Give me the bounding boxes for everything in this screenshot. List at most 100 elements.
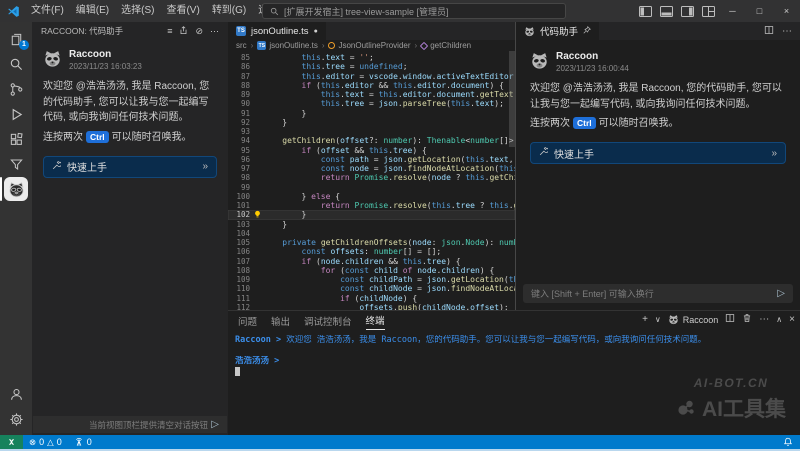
terminal-line: 浩浩汤汤 > xyxy=(235,356,800,367)
customize-layout-icon[interactable] xyxy=(698,0,719,22)
terminal[interactable]: Raccoon > 欢迎您 浩浩汤汤，我是 Raccoon，您的代码助手。您可以… xyxy=(228,330,800,377)
panel-tab-0[interactable]: 问题 xyxy=(238,311,257,330)
menu-item-2[interactable]: 选择(S) xyxy=(115,0,160,22)
assistant-header-actions: ⋯ xyxy=(764,22,800,40)
quick-start-button[interactable]: 快速上手 » xyxy=(43,156,217,178)
chevron-down-icon[interactable]: ∨ xyxy=(655,315,661,324)
search-view-icon[interactable] xyxy=(0,52,32,76)
raccoon-avatar xyxy=(43,49,62,68)
sidebar-actions: ≡ ⊘ ⋯ xyxy=(167,26,219,37)
terminal-instance-label[interactable]: Raccoon xyxy=(668,314,719,325)
menu-item-1[interactable]: 编辑(E) xyxy=(70,0,115,22)
chat-timestamp: 2023/11/23 16:00:44 xyxy=(556,64,629,73)
code-line-96: 96 const path = json.getLocation(this.te… xyxy=(228,155,515,164)
code-line-86: 86 this.tree = undefined; xyxy=(228,62,515,71)
code-line-103: 103 } xyxy=(228,220,515,229)
editor-tab-bar: TS jsonOutline.ts ● xyxy=(228,22,515,40)
line-number: 99 xyxy=(228,183,250,192)
code-line-95: 95 if (offset && this.tree) { xyxy=(228,146,515,155)
maximize-panel-icon[interactable]: ∧ xyxy=(776,315,782,324)
breadcrumb-item-2[interactable]: JsonOutlineProvider xyxy=(328,41,410,50)
split-editor-icon[interactable] xyxy=(764,25,774,38)
bell-icon xyxy=(783,437,793,447)
maximize-button[interactable]: □ xyxy=(746,0,773,22)
close-button[interactable]: × xyxy=(773,0,800,22)
new-terminal-icon[interactable]: + xyxy=(642,314,648,325)
radio-tower-icon xyxy=(74,437,84,447)
panel-tab-1[interactable]: 输出 xyxy=(271,311,290,330)
export-icon[interactable] xyxy=(179,26,188,37)
watermark: AI-BOT.CN AI工具集 xyxy=(676,376,786,423)
code-editor[interactable]: 85 this.text = '';86 this.tree = undefin… xyxy=(228,51,515,310)
tools-icon xyxy=(52,161,61,173)
breadcrumb-item-3[interactable]: getChildren xyxy=(421,41,471,50)
toggle-panel-icon[interactable] xyxy=(656,0,677,22)
command-center[interactable]: [扩展开发宿主] tree-view-sample [管理员] xyxy=(262,3,566,19)
code-line-109: 109 const childPath = json.getLocation(t… xyxy=(228,275,515,284)
line-number: 94 xyxy=(228,136,250,145)
clear-chat-icon[interactable]: ⊘ xyxy=(195,26,203,37)
menu-bar: 文件(F)编辑(E)选择(S)查看(V)转到(G)运行(R) xyxy=(25,0,298,22)
line-number: 97 xyxy=(228,164,250,173)
minimize-button[interactable]: ─ xyxy=(719,0,746,22)
toggle-secondary-sidebar-icon[interactable] xyxy=(677,0,698,22)
filter-test-icon[interactable] xyxy=(0,152,32,176)
kill-terminal-icon[interactable] xyxy=(742,313,752,326)
shortcut-hint: 连按两次Ctrl可以随时召唤我。 xyxy=(530,115,786,132)
split-terminal-icon[interactable] xyxy=(725,313,735,326)
line-number: 102 xyxy=(228,210,250,219)
run-debug-icon[interactable] xyxy=(0,102,32,126)
more-actions-icon[interactable]: ⋯ xyxy=(759,314,769,325)
window-controls: ─ □ × xyxy=(635,0,800,22)
code-line-108: 108 for (const child of node.children) { xyxy=(228,266,515,275)
toggle-sidebar-icon[interactable] xyxy=(635,0,656,22)
chat-author: Raccoon xyxy=(69,49,142,60)
editor-group: TS jsonOutline.ts ● src›TSjsonOutline.ts… xyxy=(228,22,515,310)
source-control-icon[interactable] xyxy=(0,77,32,101)
line-number: 112 xyxy=(228,303,250,310)
menu-item-0[interactable]: 文件(F) xyxy=(25,0,70,22)
ports-status[interactable]: 0 xyxy=(68,437,98,447)
tab-assistant[interactable]: 代码助手 xyxy=(516,22,599,40)
line-number: 98 xyxy=(228,173,250,182)
extensions-icon[interactable] xyxy=(0,127,32,151)
code-line-94: 94 getChildren(offset?: number): Thenabl… xyxy=(228,136,515,145)
settings-gear-icon[interactable] xyxy=(0,407,32,431)
panel-tab-2[interactable]: 调试控制台 xyxy=(304,311,352,330)
code-line-87: 87 this.editor = vscode.window.activeTex… xyxy=(228,72,515,81)
notifications-button[interactable] xyxy=(783,437,800,447)
history-icon[interactable]: ≡ xyxy=(167,26,172,36)
menu-item-4[interactable]: 转到(G) xyxy=(206,0,252,22)
menu-item-3[interactable]: 查看(V) xyxy=(160,0,205,22)
problems-status[interactable]: ⊗ 0 △ 0 xyxy=(23,437,68,447)
line-number: 107 xyxy=(228,257,250,266)
lightbulb-icon[interactable] xyxy=(253,210,262,219)
panel-tab-3[interactable]: 终端 xyxy=(366,311,385,330)
welcome-message: 欢迎您 @浩浩汤汤, 我是 Raccoon, 您的代码助手, 您可以让我与您一起… xyxy=(530,81,786,112)
breadcrumb-item-0[interactable]: src xyxy=(236,41,247,50)
explorer-icon[interactable]: 1 xyxy=(0,27,32,51)
modified-dot-icon[interactable]: ● xyxy=(314,28,318,35)
send-icon[interactable]: ▷ xyxy=(211,420,219,430)
more-actions-icon[interactable]: ⋯ xyxy=(782,26,792,37)
sidebar-chat-input[interactable]: 当前视图顶栏提供清空对话按钮 ▷ xyxy=(33,416,227,433)
code-line-112: 112 offsets.push(childNode.offset); xyxy=(228,303,515,310)
warnings-icon: △ xyxy=(47,438,54,447)
line-number: 109 xyxy=(228,275,250,284)
more-actions-icon[interactable]: ⋯ xyxy=(210,26,219,37)
send-icon[interactable]: ▷ xyxy=(777,289,785,299)
line-number: 85 xyxy=(228,53,250,62)
vscode-logo-icon xyxy=(7,5,20,18)
breadcrumb-item-1[interactable]: TSjsonOutline.ts xyxy=(257,41,317,50)
code-line-102: 102 } xyxy=(228,210,515,219)
raccoon-assistant-icon[interactable] xyxy=(0,177,32,201)
tab-jsonoutline[interactable]: TS jsonOutline.ts ● xyxy=(228,22,326,40)
remote-indicator[interactable] xyxy=(0,435,23,449)
close-panel-icon[interactable]: × xyxy=(789,314,795,325)
account-icon[interactable] xyxy=(0,382,32,406)
assistant-panel: 代码助手 ⋯ Raccoon 2023/ xyxy=(515,22,800,310)
assistant-chat-input[interactable]: 键入 [Shift + Enter] 可输入换行 ▷ xyxy=(523,284,793,303)
pin-icon[interactable] xyxy=(583,26,591,37)
chevron-right-icon: » xyxy=(771,148,777,159)
quick-start-button[interactable]: 快速上手 » xyxy=(530,142,786,164)
